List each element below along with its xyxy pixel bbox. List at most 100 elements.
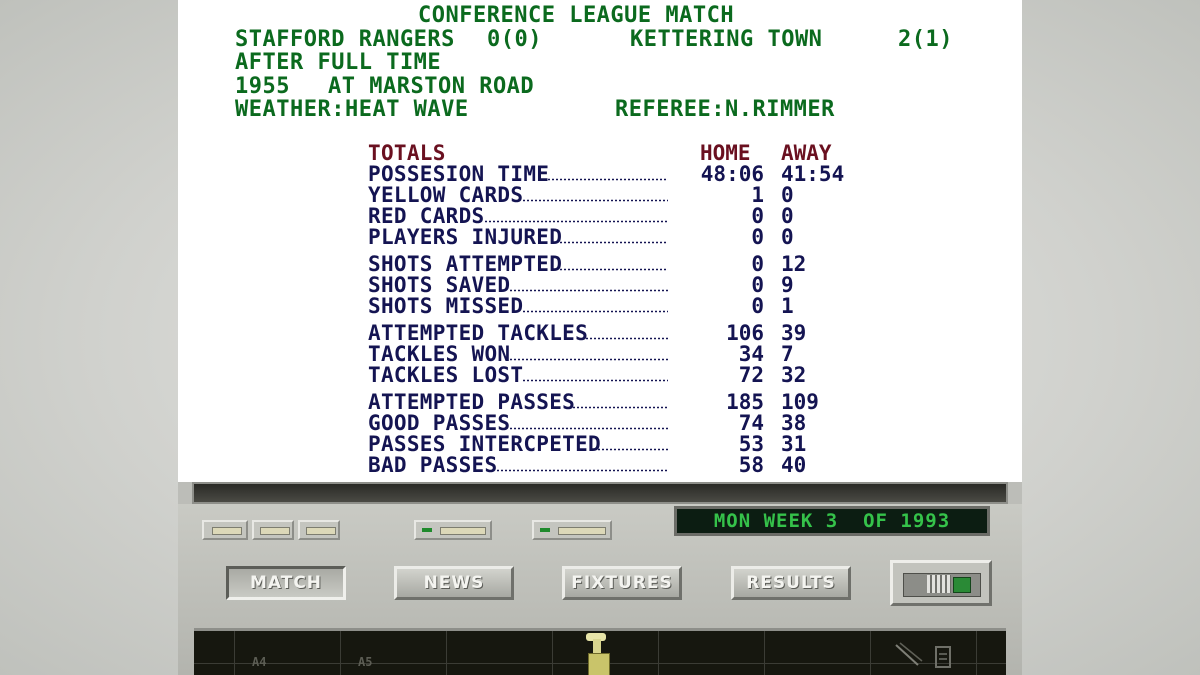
console-slot	[298, 520, 340, 540]
stat-home-value: 58	[738, 453, 764, 477]
stat-home-value: 106	[726, 321, 764, 345]
stat-row: RED CARDS 0 0	[368, 206, 848, 227]
game-screen: CONFERENCE LEAGUE MATCH STAFFORD RANGERS…	[178, 0, 1022, 675]
stat-home-value: 34	[738, 342, 764, 366]
desk-grid-panel: A4 A5	[194, 628, 1006, 675]
stat-away-value: 32	[781, 363, 807, 387]
away-column-heading: AWAY	[781, 141, 832, 165]
console-slot	[252, 520, 294, 540]
leader-dots	[522, 199, 668, 202]
stat-away-value: 0	[781, 204, 794, 228]
stat-label: SHOTS MISSED	[368, 294, 524, 318]
stat-away-value: 12	[781, 252, 807, 276]
stat-rows: POSSESION TIME 48:06 41:54 YELLOW CARDS 1 0 RE…	[368, 164, 848, 476]
totals-heading: TOTALS	[368, 141, 446, 165]
grid-label-a5: A5	[358, 655, 373, 669]
stat-home-value: 0	[751, 273, 764, 297]
stat-away-value: 0	[781, 183, 794, 207]
venue: AT MARSTON ROAD	[328, 74, 535, 99]
stat-home-value: 0	[751, 252, 764, 276]
stat-label: RED CARDS	[368, 204, 485, 228]
match-status: AFTER FULL TIME	[235, 50, 442, 75]
console-slot	[202, 520, 248, 540]
leader-dots	[496, 469, 668, 472]
match-title: CONFERENCE LEAGUE MATCH	[418, 3, 735, 28]
away-team-score: 2(1)	[898, 27, 953, 52]
home-team-name: STAFFORD RANGERS	[235, 27, 455, 52]
stat-label: TACKLES WON	[368, 342, 511, 366]
leader-dots	[522, 310, 668, 313]
stat-label: PASSES INTERCPETED	[368, 432, 601, 456]
stat-home-value: 0	[751, 225, 764, 249]
stat-away-value: 31	[781, 432, 807, 456]
weather: WEATHER:HEAT WAVE	[235, 97, 469, 122]
stat-home-value: 74	[738, 411, 764, 435]
leader-dots	[522, 379, 668, 382]
stat-row: SHOTS ATTEMPTED 0 12	[368, 254, 848, 275]
stat-label: TACKLES LOST	[368, 363, 524, 387]
home-team-score: 0(0)	[487, 27, 542, 52]
stat-home-value: 1	[751, 183, 764, 207]
notepad-icon[interactable]	[934, 645, 954, 671]
stat-label: ATTEMPTED PASSES	[368, 390, 576, 414]
quill-pen-icon[interactable]	[894, 639, 924, 669]
grid-label-a4: A4	[252, 655, 267, 669]
console-top-bar	[192, 482, 1008, 504]
stat-home-value: 0	[751, 294, 764, 318]
match-stats-table: TOTALS HOME AWAY POSSESION TIME 48:06 41:5…	[368, 143, 848, 476]
leader-dots	[597, 448, 668, 451]
stat-away-value: 0	[781, 225, 794, 249]
stat-away-value: 7	[781, 342, 794, 366]
stat-label: PLAYERS INJURED	[368, 225, 563, 249]
leader-dots	[572, 406, 668, 409]
console-indicator	[414, 520, 492, 540]
stat-label: SHOTS SAVED	[368, 273, 511, 297]
stat-away-value: 39	[781, 321, 807, 345]
referee: REFEREE:N.RIMMER	[615, 97, 835, 122]
news-button[interactable]: NEWS	[394, 566, 514, 600]
leader-dots	[547, 178, 668, 181]
stat-home-value: 72	[738, 363, 764, 387]
date-display: MON WEEK 3 OF 1993	[674, 506, 990, 536]
stats-header-row: TOTALS HOME AWAY	[368, 143, 848, 164]
stat-label: SHOTS ATTEMPTED	[368, 252, 563, 276]
stat-row: TACKLES WON 34 7	[368, 344, 848, 365]
stat-row: ATTEMPTED PASSES 185 109	[368, 392, 848, 413]
stat-home-value: 0	[751, 204, 764, 228]
toggle-switch-icon[interactable]	[890, 560, 992, 606]
stat-row: SHOTS SAVED 0 9	[368, 275, 848, 296]
match-report-paper: CONFERENCE LEAGUE MATCH STAFFORD RANGERS…	[178, 0, 1022, 482]
console-indicator	[532, 520, 612, 540]
attendance: 1955	[235, 74, 290, 99]
stat-label: BAD PASSES	[368, 453, 498, 477]
leader-dots	[585, 337, 668, 340]
leader-dots	[559, 268, 668, 271]
stat-row: PLAYERS INJURED 0 0	[368, 227, 848, 248]
leader-dots	[559, 241, 668, 244]
leader-dots	[484, 220, 668, 223]
stat-row: YELLOW CARDS 1 0	[368, 185, 848, 206]
stat-row: POSSESION TIME 48:06 41:54	[368, 164, 848, 185]
stat-away-value: 41:54	[781, 162, 845, 186]
leader-dots	[509, 358, 668, 361]
stat-home-value: 48:06	[700, 162, 764, 186]
stat-away-value: 109	[781, 390, 819, 414]
stat-label: POSSESION TIME	[368, 162, 550, 186]
results-button[interactable]: RESULTS	[731, 566, 851, 600]
home-column-heading: HOME	[700, 141, 751, 165]
stat-home-value: 53	[738, 432, 764, 456]
stat-label: GOOD PASSES	[368, 411, 511, 435]
stat-away-value: 1	[781, 294, 794, 318]
away-team-name: KETTERING TOWN	[630, 27, 823, 52]
leader-dots	[509, 289, 668, 292]
stat-away-value: 9	[781, 273, 794, 297]
stat-away-value: 38	[781, 411, 807, 435]
fixtures-button[interactable]: FIXTURES	[562, 566, 682, 600]
stat-home-value: 185	[726, 390, 764, 414]
stat-row: BAD PASSES 58 40	[368, 455, 848, 476]
stat-row: PASSES INTERCPETED 53 31	[368, 434, 848, 455]
leader-dots	[509, 427, 668, 430]
desk-lamp-icon[interactable]	[582, 631, 612, 675]
match-button[interactable]: MATCH	[226, 566, 346, 600]
stat-label: ATTEMPTED TACKLES	[368, 321, 589, 345]
